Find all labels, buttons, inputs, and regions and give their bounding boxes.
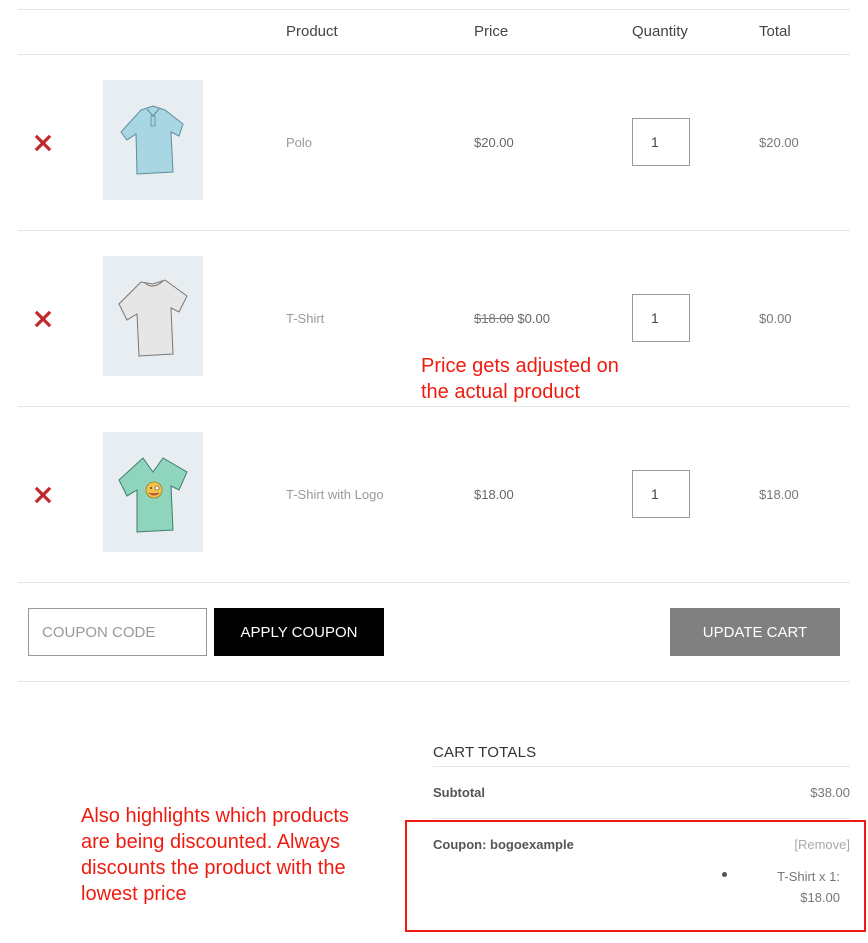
product-thumbnail[interactable]	[103, 432, 203, 552]
price-current: $20.00	[474, 135, 514, 150]
price-current: $18.00	[474, 487, 514, 502]
tshirt-logo-icon	[118, 457, 188, 533]
line-total: $18.00	[759, 487, 799, 502]
bullet-icon	[722, 872, 727, 877]
product-price: $18.00	[474, 487, 514, 502]
price-original: $18.00	[474, 311, 514, 326]
quantity-input[interactable]	[632, 294, 690, 342]
header-product: Product	[286, 23, 338, 40]
quantity-input[interactable]	[632, 118, 690, 166]
cart-row: Polo $20.00 $20.00	[0, 55, 868, 231]
apply-coupon-button[interactable]: APPLY COUPON	[214, 608, 384, 656]
polo-shirt-icon	[120, 105, 184, 175]
subtotal-label: Subtotal	[433, 785, 485, 800]
product-price: $18.00 $0.00	[474, 311, 550, 326]
annotation-line: are being discounted. Always	[81, 831, 341, 853]
cart-totals-divider	[433, 766, 850, 767]
quantity-input[interactable]	[632, 470, 690, 518]
close-icon[interactable]	[33, 309, 53, 329]
product-price: $20.00	[474, 135, 514, 150]
discounted-item: T-Shirt x 1: $18.00	[777, 866, 840, 908]
actions-divider	[18, 681, 850, 682]
price-current: $0.00	[517, 311, 550, 326]
price-adjust-annotation: Price gets adjusted on the actual produc…	[421, 353, 619, 405]
table-top-divider	[18, 9, 850, 10]
subtotal-divider	[433, 818, 850, 819]
update-cart-button[interactable]: UPDATE CART	[670, 608, 840, 656]
cart-totals-title: CART TOTALS	[433, 744, 537, 761]
discount-highlight-annotation: Also highlights which products are being…	[81, 803, 349, 907]
coupon-code-input[interactable]	[28, 608, 207, 656]
header-total: Total	[759, 23, 791, 40]
header-price: Price	[474, 23, 509, 40]
product-name[interactable]: Polo	[286, 135, 312, 150]
product-thumbnail[interactable]	[103, 256, 203, 376]
product-name[interactable]: T-Shirt with Logo	[286, 487, 384, 502]
annotation-line: discounts the product with the	[81, 857, 346, 879]
line-total: $20.00	[759, 135, 799, 150]
remove-coupon-link[interactable]: [Remove]	[794, 837, 850, 852]
annotation-line: lowest price	[81, 883, 187, 905]
discounted-item-amount: $18.00	[800, 890, 840, 905]
product-name[interactable]: T-Shirt	[286, 311, 324, 326]
cart-row: T-Shirt with Logo $18.00 $18.00	[0, 407, 868, 583]
discounted-item-name: T-Shirt x 1:	[777, 869, 840, 884]
header-quantity: Quantity	[632, 23, 688, 40]
tshirt-icon	[118, 279, 188, 357]
annotation-line: Also highlights which products	[81, 805, 349, 827]
annotation-line: the actual product	[421, 381, 580, 403]
close-icon[interactable]	[33, 133, 53, 153]
coupon-label: Coupon: bogoexample	[433, 837, 574, 852]
product-thumbnail[interactable]	[103, 80, 203, 200]
subtotal-value: $38.00	[810, 785, 850, 800]
row-divider	[18, 582, 850, 583]
close-icon[interactable]	[33, 485, 53, 505]
annotation-line: Price gets adjusted on	[421, 355, 619, 377]
line-total: $0.00	[759, 311, 792, 326]
